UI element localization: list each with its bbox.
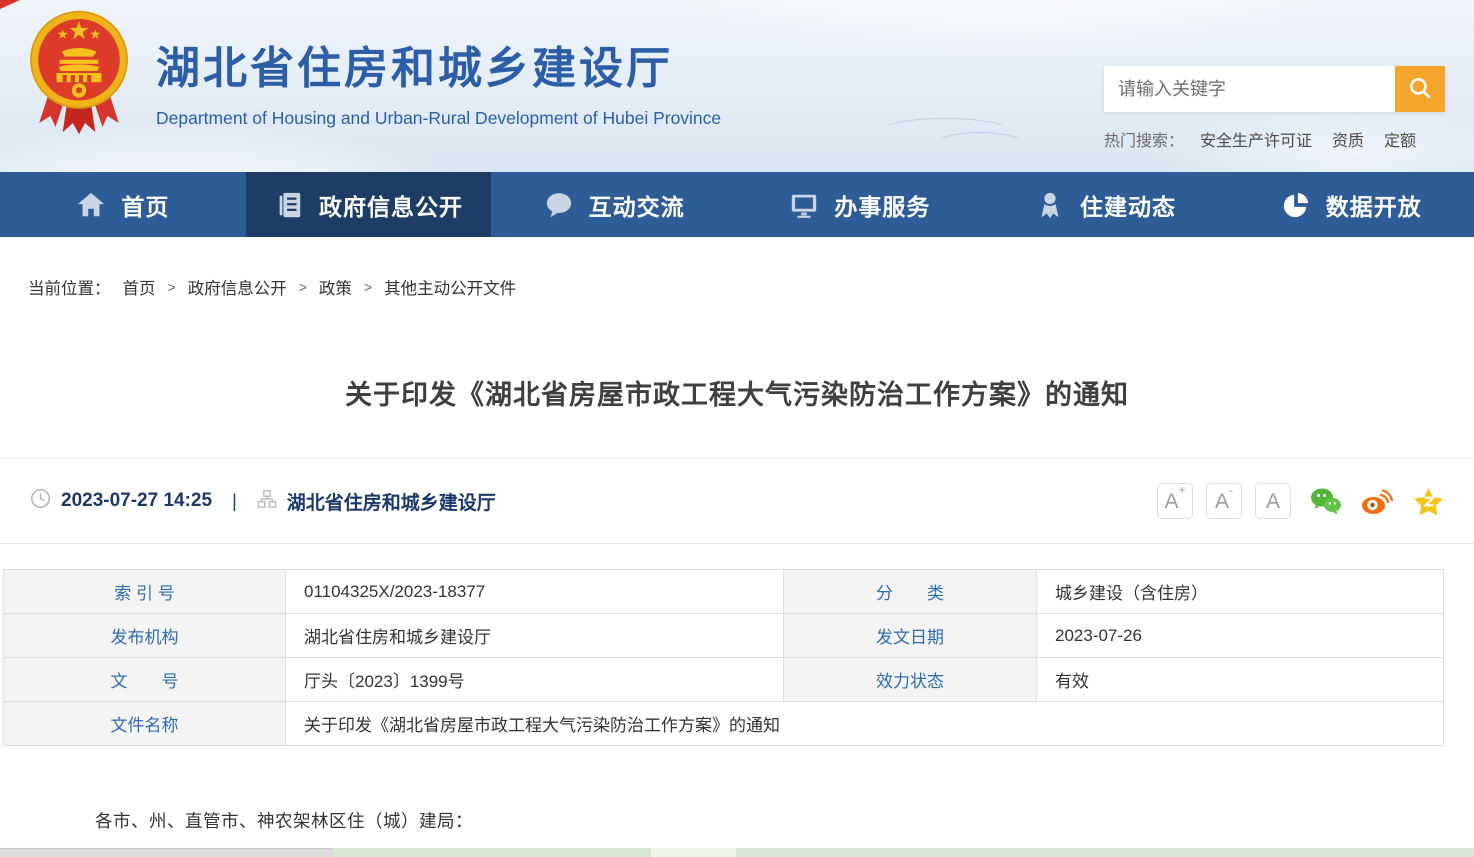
nav-item-interaction[interactable]: 互动交流 [491, 172, 737, 237]
nav-item-label: 首页 [121, 188, 169, 222]
nav-item-services[interactable]: 办事服务 [737, 172, 983, 237]
doc-number-value: 厅头〔2023〕1399号 [286, 658, 784, 702]
publish-time: 2023-07-27 14:25 [61, 490, 212, 512]
weibo-icon[interactable] [1361, 486, 1393, 516]
national-emblem-icon [28, 8, 130, 138]
validity-status-label: 效力状态 [784, 658, 1037, 702]
meta-divider: | [232, 491, 237, 512]
scrollbar-thumb[interactable] [0, 848, 333, 857]
doc-title-label: 文件名称 [4, 702, 286, 746]
hot-search-label: 热门搜索： [1104, 127, 1184, 151]
page: 湖北省住房和城乡建设厅 Department of Housing and Ur… [0, 0, 1474, 857]
nav-item-label: 互动交流 [589, 188, 685, 222]
issuing-agency-value: 湖北省住房和城乡建设厅 [286, 614, 784, 658]
clock-icon [30, 488, 51, 514]
site-header: 湖北省住房和城乡建设厅 Department of Housing and Ur… [0, 0, 1474, 172]
article-body-text: 各市、州、直管市、神农架林区住（城）建局： [95, 808, 1474, 833]
nav-item-info-disclosure[interactable]: 政府信息公开 [246, 172, 492, 237]
category-value: 城乡建设（含住房） [1037, 570, 1444, 614]
nav-item-news[interactable]: 住建动态 [983, 172, 1229, 237]
breadcrumb-item-other-public-docs[interactable]: 其他主动公开文件 [384, 275, 516, 299]
issuing-agency-label: 发布机构 [4, 614, 286, 658]
divider [0, 543, 1474, 544]
bottom-scroll-strip[interactable] [0, 848, 1474, 857]
organization-icon [257, 489, 277, 514]
document-info-table: 索 引 号 01104325X/2023-18377 分 类 城乡建设（含住房）… [3, 569, 1444, 746]
category-label: 分 类 [784, 570, 1037, 614]
highlight-strip [651, 848, 736, 857]
wechat-icon[interactable] [1310, 486, 1342, 516]
index-number-value: 01104325X/2023-18377 [286, 570, 784, 614]
doc-number-label: 文 号 [4, 658, 286, 702]
table-row: 文件名称 关于印发《湖北省房屋市政工程大气污染防治工作方案》的通知 [4, 702, 1444, 746]
highlight-strip [333, 848, 651, 857]
font-size-reset-button[interactable]: A [1255, 483, 1291, 519]
hot-search-link-safety-license[interactable]: 安全生产许可证 [1200, 127, 1312, 151]
nav-item-home[interactable]: 首页 [0, 172, 246, 237]
nav-item-open-data[interactable]: 数据开放 [1228, 172, 1474, 237]
hot-search-link-qualification[interactable]: 资质 [1332, 127, 1364, 151]
table-row: 发布机构 湖北省住房和城乡建设厅 发文日期 2023-07-26 [4, 614, 1444, 658]
index-number-label: 索 引 号 [4, 570, 286, 614]
qzone-icon[interactable] [1412, 486, 1444, 516]
publish-source: 湖北省住房和城乡建设厅 [287, 488, 496, 515]
highlight-strip [736, 848, 1474, 857]
search-icon [1407, 75, 1433, 104]
table-row: 文 号 厅头〔2023〕1399号 效力状态 有效 [4, 658, 1444, 702]
site-title: 湖北省住房和城乡建设厅 [156, 32, 721, 96]
brand: 湖北省住房和城乡建设厅 Department of Housing and Ur… [28, 8, 721, 138]
doc-title-value: 关于印发《湖北省房屋市政工程大气污染防治工作方案》的通知 [286, 702, 1444, 746]
main-nav: 首页 政府信息公开 互动交流 办事服务 住建动态 [0, 172, 1474, 237]
person-badge-icon [1035, 190, 1065, 220]
nav-item-label: 政府信息公开 [319, 188, 463, 222]
home-icon [76, 190, 106, 220]
site-subtitle: Department of Housing and Urban-Rural De… [156, 108, 721, 129]
article: 关于印发《湖北省房屋市政工程大气污染防治工作方案》的通知 2023-07-27 … [0, 373, 1474, 833]
pie-chart-icon [1281, 190, 1311, 220]
chat-bubble-icon [544, 190, 574, 220]
issue-date-label: 发文日期 [784, 614, 1037, 658]
search-area: 热门搜索： 安全生产许可证 资质 定额 [1104, 66, 1445, 151]
nav-item-label: 数据开放 [1326, 188, 1422, 222]
table-row: 索 引 号 01104325X/2023-18377 分 类 城乡建设（含住房） [4, 570, 1444, 614]
breadcrumb-separator: > [168, 279, 176, 295]
article-meta-row: 2023-07-27 14:25 | 湖北省住房和城乡建设厅 A+ A- A [0, 459, 1474, 543]
search-button[interactable] [1395, 66, 1445, 112]
cloud-decoration [935, 132, 1025, 158]
article-title: 关于印发《湖北省房屋市政工程大气污染防治工作方案》的通知 [60, 373, 1414, 412]
hot-search-link-quota[interactable]: 定额 [1384, 127, 1416, 151]
issue-date-value: 2023-07-26 [1037, 614, 1444, 658]
nav-item-label: 住建动态 [1080, 188, 1176, 222]
breadcrumb-item-info-disclosure[interactable]: 政府信息公开 [188, 275, 287, 299]
monitor-icon [789, 190, 819, 220]
breadcrumb: 当前位置： 首页 > 政府信息公开 > 政策 > 其他主动公开文件 [28, 275, 1474, 299]
font-size-increase-button[interactable]: A+ [1157, 483, 1193, 519]
breadcrumb-item-home[interactable]: 首页 [123, 275, 156, 299]
font-size-decrease-button[interactable]: A- [1206, 483, 1242, 519]
breadcrumb-item-policy[interactable]: 政策 [319, 275, 352, 299]
validity-status-value: 有效 [1037, 658, 1444, 702]
breadcrumb-separator: > [364, 279, 372, 295]
document-icon [274, 190, 304, 220]
corner-artifact [0, 0, 20, 9]
search-input[interactable] [1104, 66, 1395, 112]
nav-item-label: 办事服务 [834, 188, 930, 222]
hot-search: 热门搜索： 安全生产许可证 资质 定额 [1104, 127, 1445, 151]
breadcrumb-separator: > [299, 279, 307, 295]
breadcrumb-label: 当前位置： [28, 275, 111, 299]
